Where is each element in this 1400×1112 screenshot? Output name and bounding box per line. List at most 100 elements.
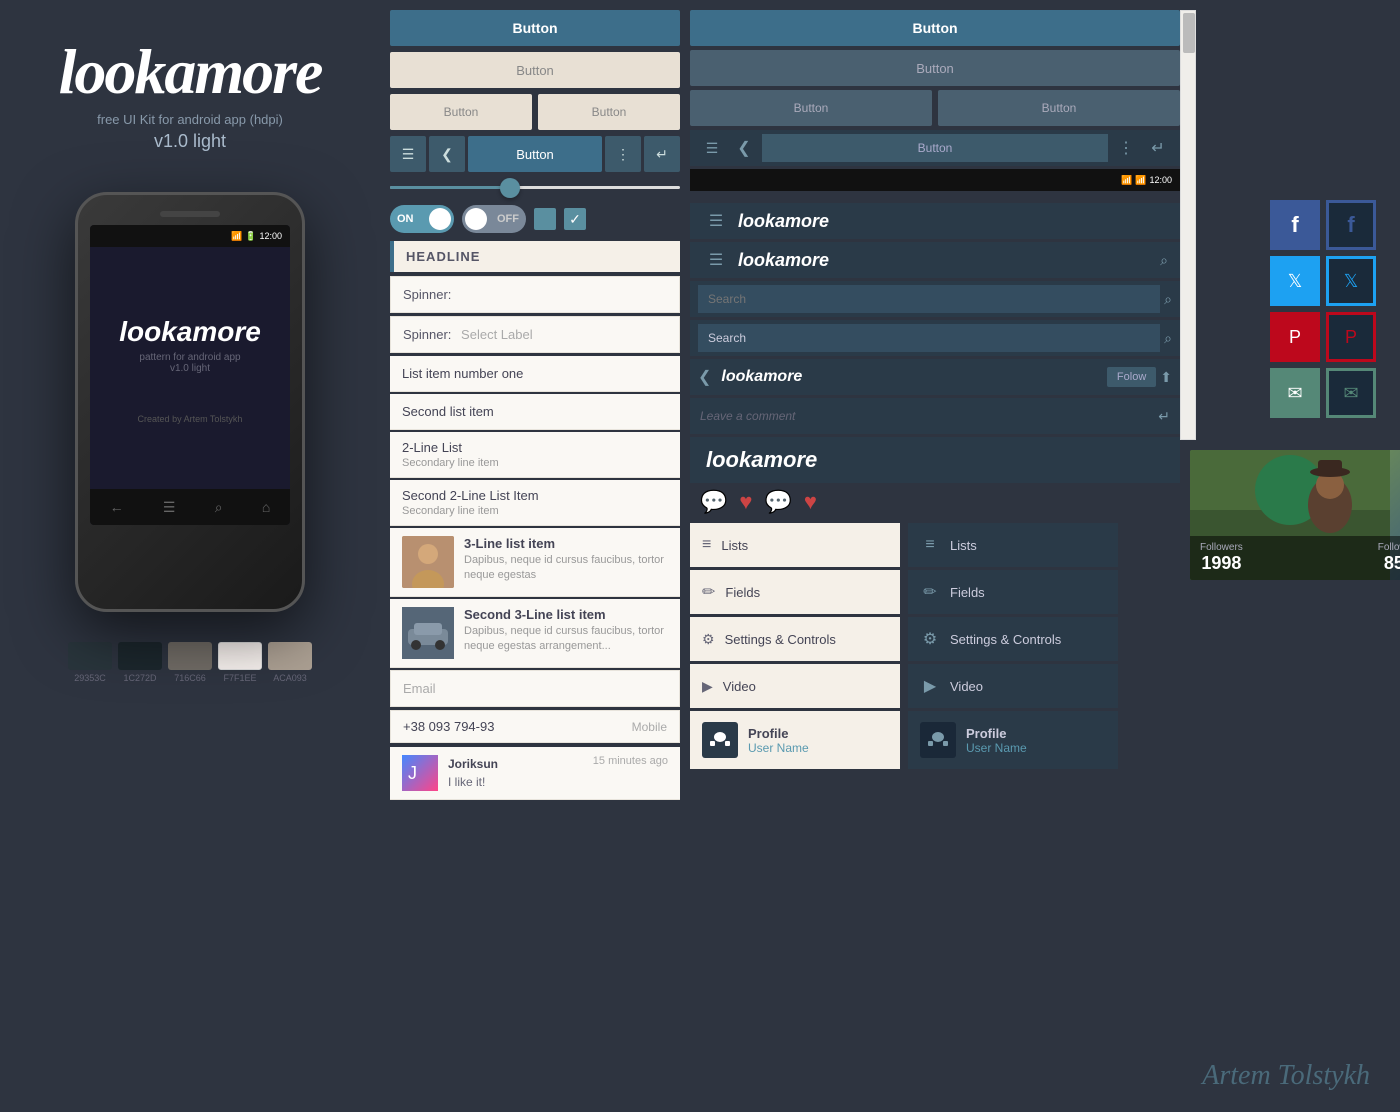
two-line-item-1[interactable]: 2-Line List Secondary line item bbox=[390, 432, 680, 478]
email-field[interactable]: Email bbox=[390, 670, 680, 707]
comment-field[interactable]: Leave a comment ↵ bbox=[690, 398, 1180, 434]
facebook-button-solid[interactable]: f bbox=[1270, 200, 1320, 250]
email-row: ✉ ✉ bbox=[1270, 368, 1390, 418]
dark-button-half-right[interactable]: Button bbox=[938, 90, 1180, 126]
follow-button[interactable]: Folow bbox=[1107, 367, 1156, 387]
dots-btn[interactable]: ⋮ bbox=[605, 136, 641, 172]
action-btn-main[interactable]: Button bbox=[468, 136, 602, 172]
toggle-on[interactable]: ON bbox=[390, 205, 454, 233]
dark-ui-panel: Button Button Button Button ☰ ❮ Button ⋮… bbox=[690, 10, 1180, 772]
scrollbar-thumb[interactable] bbox=[1183, 13, 1195, 53]
facebook-button-outline[interactable]: f bbox=[1326, 200, 1376, 250]
menu-icon[interactable]: ☰ bbox=[163, 499, 176, 516]
profile-photo: Followers 1998 Following 850 bbox=[1190, 450, 1400, 580]
dark-action-btn[interactable]: Button bbox=[762, 134, 1108, 162]
dark-button-active[interactable]: Button bbox=[690, 10, 1180, 46]
phone-status-bar: 📶 🔋 12:00 bbox=[90, 225, 290, 247]
button-row-2: Button bbox=[390, 52, 680, 88]
back-icon[interactable]: ← bbox=[110, 499, 124, 515]
search-icon[interactable]: ⌕ bbox=[215, 499, 223, 516]
follow-back-icon[interactable]: ❮ bbox=[698, 367, 711, 387]
dark-action-bar: ☰ ❮ Button ⋮ ↵ bbox=[690, 130, 1180, 166]
enter-btn[interactable]: ↵ bbox=[644, 136, 680, 172]
light-menu-video[interactable]: ▶ Video bbox=[690, 664, 900, 708]
dark-button-half-left[interactable]: Button bbox=[690, 90, 932, 126]
color-swatches: 29353C 1C272D 716C66 F7F1EE ACA093 bbox=[68, 642, 312, 683]
dark-button-inactive[interactable]: Button bbox=[690, 50, 1180, 86]
dark-nav-menu-2[interactable]: ☰ bbox=[702, 250, 730, 270]
username-dark: User Name bbox=[966, 741, 1027, 755]
three-line-item-1[interactable]: 3-Line list item Dapibus, neque id cursu… bbox=[390, 528, 680, 597]
phone-screen: 📶 🔋 12:00 lookamore pattern for android … bbox=[90, 225, 290, 525]
search-input-2[interactable] bbox=[698, 324, 1160, 352]
slider-track[interactable] bbox=[390, 186, 680, 189]
phone-nav-bar: ← ☰ ⌕ ⌂ bbox=[90, 489, 290, 525]
dark-search-icon-1[interactable]: ⌕ bbox=[1160, 252, 1168, 269]
chat-blue-icon[interactable]: 💬 bbox=[764, 489, 791, 515]
menu-btn[interactable]: ☰ bbox=[390, 136, 426, 172]
list-item-2[interactable]: Second list item bbox=[390, 394, 680, 430]
phone-field[interactable]: +38 093 794-93 Mobile bbox=[390, 710, 680, 743]
social-reactions: 💬 ♥ 💬 ♥ bbox=[690, 489, 1180, 515]
pinterest-button-outline[interactable]: P bbox=[1326, 312, 1376, 362]
following-stat: Following 850 bbox=[1378, 542, 1400, 574]
twitter-button-solid[interactable]: 𝕏 bbox=[1270, 256, 1320, 306]
dark-menu-lists[interactable]: ≡ Lists bbox=[908, 523, 1118, 567]
back-btn[interactable]: ❮ bbox=[429, 136, 465, 172]
dark-menu-video[interactable]: ▶ Video bbox=[908, 664, 1118, 708]
dark-nav-menu[interactable]: ☰ bbox=[702, 211, 730, 231]
headline-field: HEADLINE bbox=[390, 241, 680, 272]
button-primary[interactable]: Button bbox=[390, 10, 680, 46]
scrollbar[interactable] bbox=[1180, 10, 1196, 440]
checkbox-unchecked[interactable] bbox=[534, 208, 556, 230]
two-line-item-2[interactable]: Second 2-Line List Item Secondary line i… bbox=[390, 480, 680, 526]
light-menu: ≡ Lists ✏ Fields ⚙ Settings & Controls ▶… bbox=[690, 523, 900, 772]
button-half-left[interactable]: Button bbox=[390, 94, 532, 130]
spinner-1[interactable]: Spinner: bbox=[390, 276, 680, 313]
dark-dots-icon[interactable]: ⋮ bbox=[1112, 138, 1140, 158]
pinterest-button-solid[interactable]: P bbox=[1270, 312, 1320, 362]
checkbox-checked[interactable]: ✓ bbox=[564, 208, 586, 230]
follow-brand: lookamore bbox=[721, 368, 1103, 386]
button-row-1: Button bbox=[390, 10, 680, 46]
dark-menu-fields[interactable]: ✏ Fields bbox=[908, 570, 1118, 614]
dark-menu-profile[interactable]: Profile User Name bbox=[908, 711, 1118, 769]
toggle-off[interactable]: OFF bbox=[462, 205, 526, 233]
chat-icon[interactable]: 💬 bbox=[700, 489, 727, 515]
twitter-button-outline[interactable]: 𝕏 bbox=[1326, 256, 1376, 306]
share-button[interactable]: ⬆ bbox=[1160, 369, 1172, 386]
dark-enter-icon[interactable]: ↵ bbox=[1144, 138, 1172, 158]
button-half-right[interactable]: Button bbox=[538, 94, 680, 130]
dark-lists-icon: ≡ bbox=[920, 536, 940, 554]
heart-red-icon[interactable]: ♥ bbox=[804, 489, 817, 515]
dark-menu-settings[interactable]: ⚙ Settings & Controls bbox=[908, 617, 1118, 661]
heart-outline-icon[interactable]: ♥ bbox=[739, 489, 752, 515]
brand-version: v1.0 light bbox=[154, 131, 226, 152]
list-item-1[interactable]: List item number one bbox=[390, 356, 680, 392]
light-menu-fields[interactable]: ✏ Fields bbox=[690, 570, 900, 614]
phone-speaker bbox=[160, 211, 220, 217]
search-input-1[interactable] bbox=[698, 285, 1160, 313]
light-menu-profile[interactable]: Profile User Name bbox=[690, 711, 900, 769]
search-icon-2[interactable]: ⌕ bbox=[1164, 330, 1172, 347]
email-button-solid[interactable]: ✉ bbox=[1270, 368, 1320, 418]
email-button-outline[interactable]: ✉ bbox=[1326, 368, 1376, 418]
middle-panel: Button Button Button Button ☰ ❮ Button ⋮… bbox=[390, 10, 680, 800]
comment-send-icon[interactable]: ↵ bbox=[1158, 408, 1170, 425]
light-lists-label: Lists bbox=[721, 538, 748, 553]
dark-menu-icon[interactable]: ☰ bbox=[698, 140, 726, 157]
comment-item[interactable]: J Joriksun 15 minutes ago I like it! bbox=[390, 747, 680, 800]
spinner-2[interactable]: Spinner: Select Label bbox=[390, 316, 680, 353]
button-light[interactable]: Button bbox=[390, 52, 680, 88]
phone-version: v1.0 light bbox=[170, 363, 210, 374]
twitter-row: 𝕏 𝕏 bbox=[1270, 256, 1390, 306]
profile-icon-dark bbox=[920, 722, 956, 758]
light-menu-lists[interactable]: ≡ Lists bbox=[690, 523, 900, 567]
search-icon-1[interactable]: ⌕ bbox=[1164, 291, 1172, 308]
profile-area: Followers 1998 Following 850 bbox=[1190, 450, 1390, 580]
dark-back-icon[interactable]: ❮ bbox=[730, 138, 758, 158]
three-line-item-2[interactable]: Second 3-Line list item Dapibus, neque i… bbox=[390, 599, 680, 668]
thumbnail-car bbox=[402, 607, 454, 659]
light-menu-settings[interactable]: ⚙ Settings & Controls bbox=[690, 617, 900, 661]
home-icon[interactable]: ⌂ bbox=[262, 499, 270, 515]
